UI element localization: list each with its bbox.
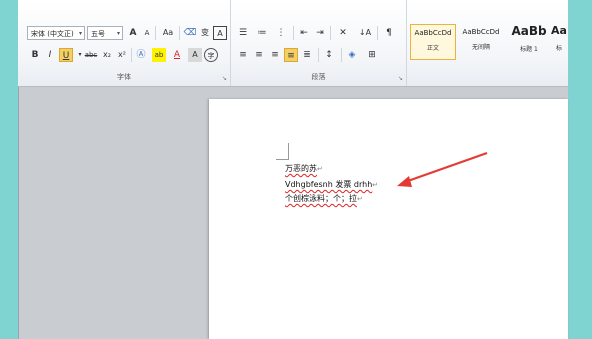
separator <box>377 26 378 40</box>
strikethrough-button[interactable]: abc <box>84 48 98 62</box>
style-normal[interactable]: AaBbCcDd 正文 <box>410 24 456 60</box>
paragraph-mark: ↵ <box>317 165 323 173</box>
show-marks-icon[interactable]: ¶ <box>382 26 396 40</box>
style-no-spacing[interactable]: AaBbCcDd 无间隔 <box>458 24 504 60</box>
font-group-label: 字体 <box>117 73 131 81</box>
font-name-value: 宋体 (中文正) <box>31 30 74 38</box>
char-shading-button[interactable]: A <box>188 48 202 62</box>
highlight-button[interactable]: ab <box>152 48 166 62</box>
align-left-icon[interactable]: ≡ <box>236 48 250 62</box>
justify-icon[interactable]: ≡ <box>284 48 298 62</box>
paragraph-group: ☰ ≔ ⋮ ⇤ ⇥ ✕ ↓A ¶ ≡ ≡ ≡ ≡ ≣ ↕ ◈ ⊞ 段落 ↘ <box>231 0 407 86</box>
font-name-combo[interactable]: 宋体 (中文正) ▾ <box>27 26 85 40</box>
style-name: 标题 1 <box>520 46 538 53</box>
document-line[interactable]: 个创棕泳料；个；拉↵ <box>285 193 363 204</box>
char-border-button[interactable]: A <box>213 26 227 40</box>
separator <box>179 26 180 40</box>
line-text: Vdhgbfesnh 发票 drhh <box>285 180 373 189</box>
borders-icon[interactable]: ⊞ <box>365 48 379 62</box>
red-arrow-annotation <box>397 151 488 187</box>
line-text: 个创棕泳料；个；拉 <box>285 194 357 203</box>
paragraph-group-label: 段落 <box>311 73 326 81</box>
chevron-down-icon: ▾ <box>78 30 82 37</box>
document-line[interactable]: 万恶的苏↵ <box>285 163 323 174</box>
phonetic-guide-button[interactable]: 变 <box>198 26 212 40</box>
increase-indent-icon[interactable]: ⇥ <box>313 26 327 40</box>
decrease-indent-icon[interactable]: ⇤ <box>297 26 311 40</box>
font-size-value: 五号 <box>91 30 105 38</box>
style-sample: Aa <box>551 24 567 37</box>
numbering-icon[interactable]: ≔ <box>255 26 269 40</box>
paragraph-mark: ↵ <box>357 195 363 203</box>
style-name: 无间隔 <box>471 44 490 51</box>
style-name: 正文 <box>426 45 439 52</box>
separator <box>293 26 294 40</box>
underline-button[interactable]: U <box>59 48 73 62</box>
separator <box>155 26 156 40</box>
bold-button[interactable]: B <box>28 48 42 62</box>
left-ruler <box>18 87 19 339</box>
style-sample: AaBbCcDd <box>414 29 452 37</box>
dialog-launcher-icon[interactable]: ↘ <box>398 75 403 82</box>
style-sample: AaBb <box>511 24 547 38</box>
style-heading-2[interactable]: Aa 标 <box>550 24 568 60</box>
document-page[interactable]: 万恶的苏↵ Vdhgbfesnh 发票 drhh↵ 个创棕泳料；个；拉↵ <box>209 99 568 339</box>
shading-icon[interactable]: ◈ <box>345 48 359 62</box>
ribbon: 宋体 (中文正) ▾ 五号 ▾ A A Aa ⌫ 变 A B I U ▾ abc… <box>18 0 568 87</box>
separator <box>131 48 132 62</box>
arrow-head-icon <box>397 176 412 187</box>
style-name: 标 <box>555 45 562 52</box>
font-size-combo[interactable]: 五号 ▾ <box>87 26 123 40</box>
align-center-icon[interactable]: ≡ <box>252 48 266 62</box>
subscript-button[interactable]: x₂ <box>100 48 114 62</box>
bullets-icon[interactable]: ☰ <box>236 26 250 40</box>
font-group: 宋体 (中文正) ▾ 五号 ▾ A A Aa ⌫ 变 A B I U ▾ abc… <box>18 0 231 86</box>
separator <box>341 48 342 62</box>
change-case-button[interactable]: Aa <box>159 26 177 40</box>
align-right-icon[interactable]: ≡ <box>268 48 282 62</box>
distributed-icon[interactable]: ≣ <box>300 48 314 62</box>
grow-font-button[interactable]: A <box>126 26 140 40</box>
italic-button[interactable]: I <box>43 48 57 62</box>
chinese-layout-icon[interactable]: ✕ <box>334 26 352 40</box>
sort-button[interactable]: ↓A <box>356 26 374 40</box>
enclose-char-button[interactable]: 字 <box>204 48 218 62</box>
shrink-font-button[interactable]: A <box>140 26 154 40</box>
multilevel-list-icon[interactable]: ⋮ <box>274 26 288 40</box>
paragraph-mark: ↵ <box>372 181 379 189</box>
font-color-button[interactable]: A <box>170 48 184 62</box>
clear-format-icon[interactable]: ⌫ <box>183 26 197 40</box>
document-line[interactable]: Vdhgbfesnh 发票 drhh↵ <box>285 179 378 190</box>
line-text: 万恶的苏 <box>285 164 317 173</box>
style-heading-1[interactable]: AaBb 标题 1 <box>506 24 552 60</box>
dialog-launcher-icon[interactable]: ↘ <box>222 75 227 82</box>
superscript-button[interactable]: x² <box>115 48 129 62</box>
text-effects-icon[interactable]: Ⓐ <box>134 48 148 62</box>
separator <box>330 26 331 40</box>
chevron-down-icon: ▾ <box>116 30 120 37</box>
line-spacing-icon[interactable]: ↕ <box>322 48 336 62</box>
style-sample: AaBbCcDd <box>462 28 500 36</box>
word-window: 宋体 (中文正) ▾ 五号 ▾ A A Aa ⌫ 变 A B I U ▾ abc… <box>18 0 568 339</box>
separator <box>318 48 319 62</box>
arrow-shaft <box>404 151 488 184</box>
text-boundary-marker <box>276 143 289 160</box>
